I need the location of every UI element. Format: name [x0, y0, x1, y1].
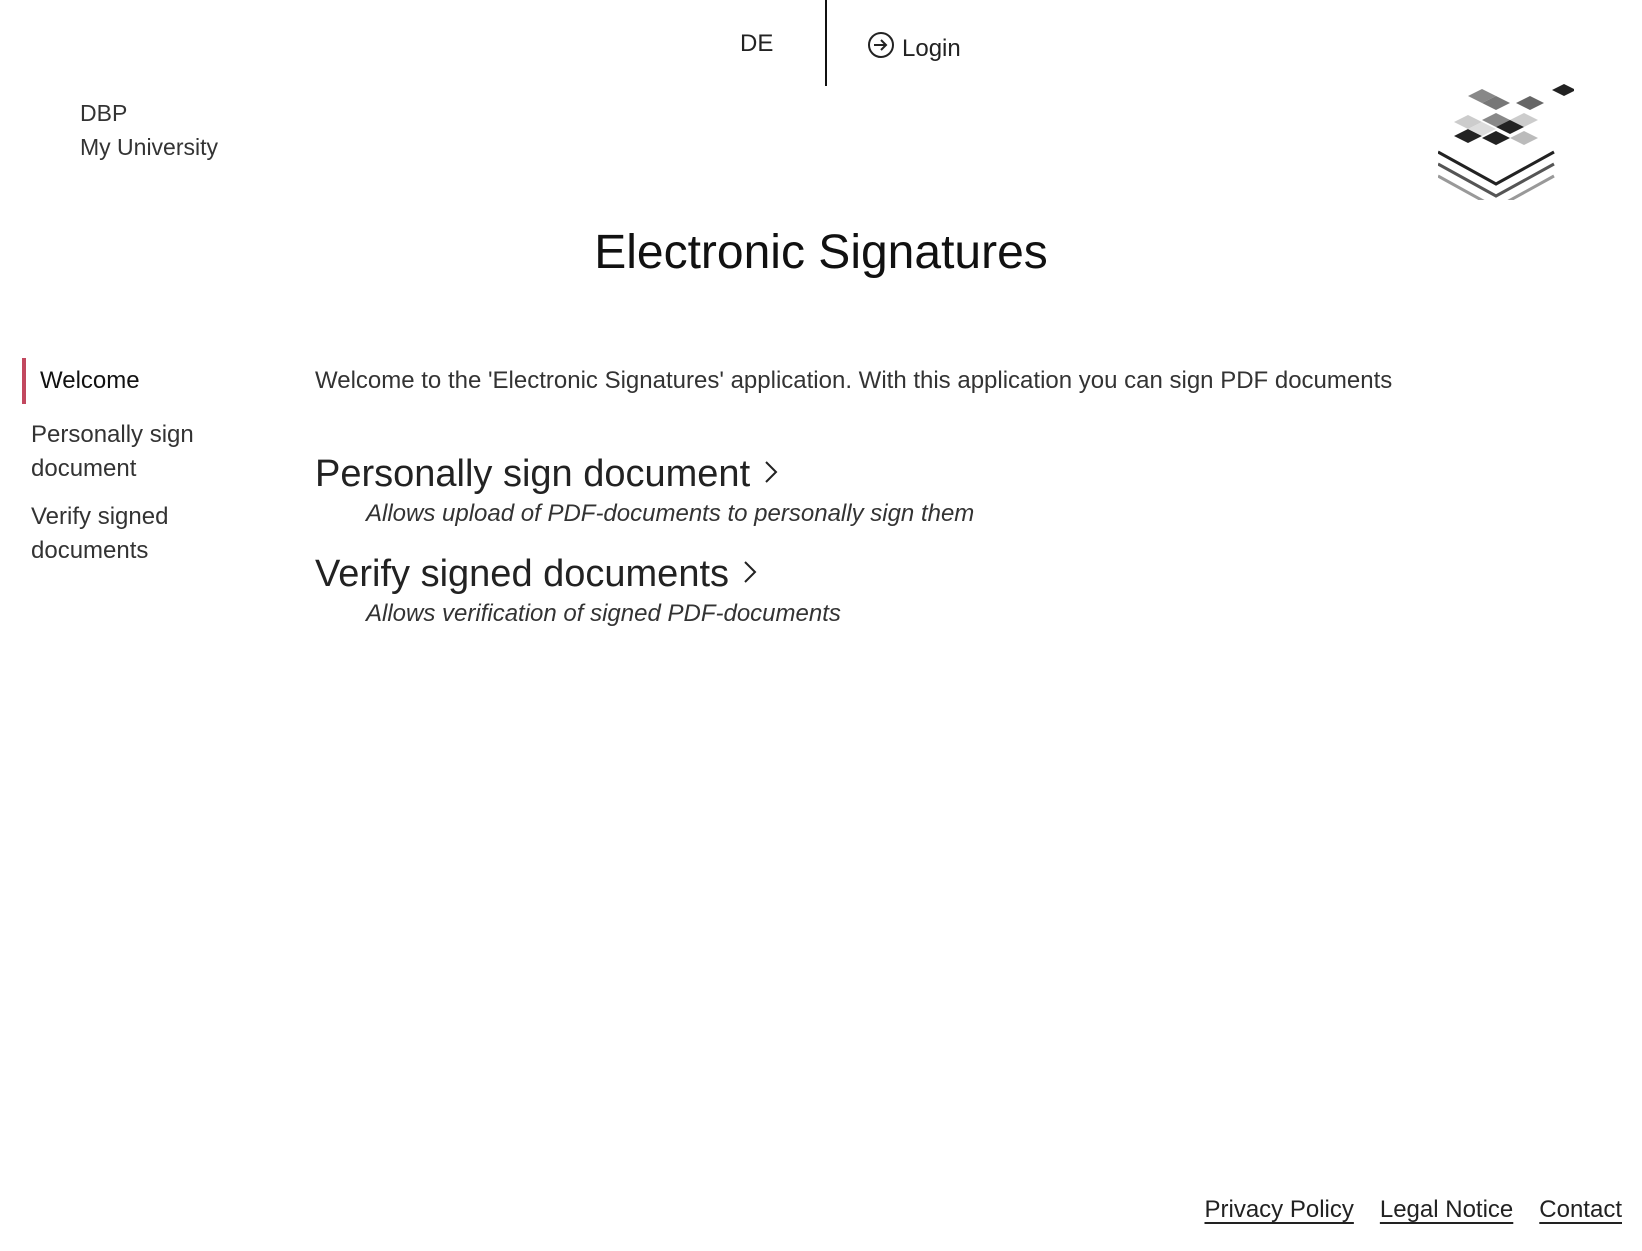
page-title: Electronic Signatures	[594, 226, 1048, 279]
brand-line-1: DBP	[80, 100, 128, 126]
brand[interactable]: DBP My University	[80, 96, 218, 164]
verify-link-label: Verify signed documents	[315, 553, 730, 595]
brand-line-2: My University	[80, 134, 219, 160]
login-button[interactable]: Login	[866, 30, 961, 67]
sidebar-item-personally-sign[interactable]: Personally sign document	[22, 418, 272, 486]
header-divider	[825, 0, 827, 86]
verify-description: Allows verification of signed PDF-docume…	[366, 600, 841, 627]
chevron-right-icon	[739, 550, 761, 598]
personally-sign-link[interactable]: Personally sign document	[315, 450, 782, 498]
contact-link[interactable]: Contact	[1539, 1196, 1622, 1224]
login-icon	[866, 30, 896, 67]
university-logo-icon	[1437, 80, 1576, 210]
welcome-text: Welcome to the 'Electronic Signatures' a…	[315, 367, 1393, 394]
sidebar: Welcome Personally sign document Verify …	[22, 358, 272, 582]
main-content: Welcome to the 'Electronic Signatures' a…	[315, 364, 1615, 650]
legal-notice-link[interactable]: Legal Notice	[1380, 1196, 1513, 1224]
login-label: Login	[902, 34, 961, 62]
personally-sign-description: Allows upload of PDF-documents to person…	[366, 500, 975, 527]
action-personally-sign: Personally sign document Allows upload o…	[315, 450, 1615, 530]
top-bar: DE Login	[0, 0, 1642, 86]
sidebar-item-welcome[interactable]: Welcome	[22, 358, 272, 404]
footer: Privacy Policy Legal Notice Contact	[1204, 1196, 1622, 1224]
personally-sign-link-label: Personally sign document	[315, 453, 751, 495]
privacy-policy-link[interactable]: Privacy Policy	[1204, 1196, 1353, 1224]
action-verify: Verify signed documents Allows verificat…	[315, 550, 1615, 630]
page: DE Login DBP My University Electronic Si…	[0, 0, 1642, 1251]
verify-link[interactable]: Verify signed documents	[315, 550, 761, 598]
chevron-right-icon	[760, 450, 782, 498]
sidebar-item-verify[interactable]: Verify signed documents	[22, 500, 272, 568]
language-switch[interactable]: DE	[740, 30, 773, 58]
